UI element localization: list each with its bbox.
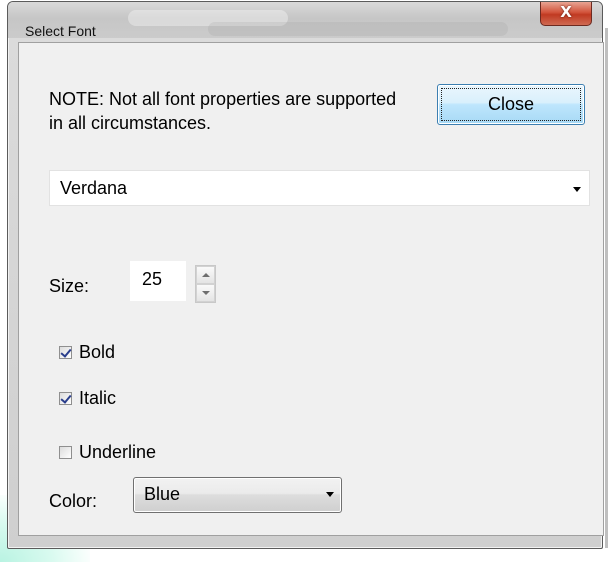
underline-checkbox[interactable] (59, 445, 72, 459)
underline-checkbox-row[interactable]: Underline (59, 441, 156, 463)
font-family-value: Verdana (60, 178, 128, 198)
size-input[interactable]: 25 (130, 261, 186, 301)
italic-checkbox-row[interactable]: Italic (59, 387, 116, 409)
window-close-button[interactable]: X (540, 2, 592, 26)
select-font-dialog: Select Font X NOTE: Not all font propert… (7, 1, 604, 549)
chevron-down-icon (573, 187, 581, 192)
window-edge (605, 28, 608, 548)
size-spinner (195, 265, 216, 303)
size-label: Size: (49, 276, 90, 296)
close-button[interactable]: Close (437, 84, 585, 125)
close-icon: X (560, 3, 572, 21)
underline-label: Underline (79, 441, 157, 462)
title-bar[interactable]: Select Font X (8, 2, 602, 39)
screen: Select Font X NOTE: Not all font propert… (0, 0, 613, 562)
color-dropdown[interactable]: Blue (133, 477, 342, 513)
bold-label: Bold (79, 341, 116, 362)
dialog-body: NOTE: Not all font properties are suppor… (18, 42, 604, 536)
size-increase-button[interactable] (196, 266, 215, 284)
size-decrease-button[interactable] (196, 284, 215, 302)
color-value: Blue (144, 484, 181, 504)
spin-up-icon (202, 273, 210, 277)
color-label: Color: (49, 491, 98, 511)
chevron-down-icon (326, 492, 334, 497)
note-text: NOTE: Not all font properties are suppor… (49, 89, 397, 133)
size-value: 25 (142, 269, 163, 289)
bold-checkbox-row[interactable]: Bold (59, 341, 115, 363)
font-family-dropdown[interactable]: Verdana (49, 170, 590, 206)
window-title: Select Font (25, 23, 96, 39)
bold-checkbox[interactable] (59, 345, 72, 359)
italic-checkbox[interactable] (59, 391, 72, 405)
italic-label: Italic (79, 387, 117, 408)
close-button-label: Close (487, 94, 535, 114)
spin-down-icon (202, 291, 210, 295)
